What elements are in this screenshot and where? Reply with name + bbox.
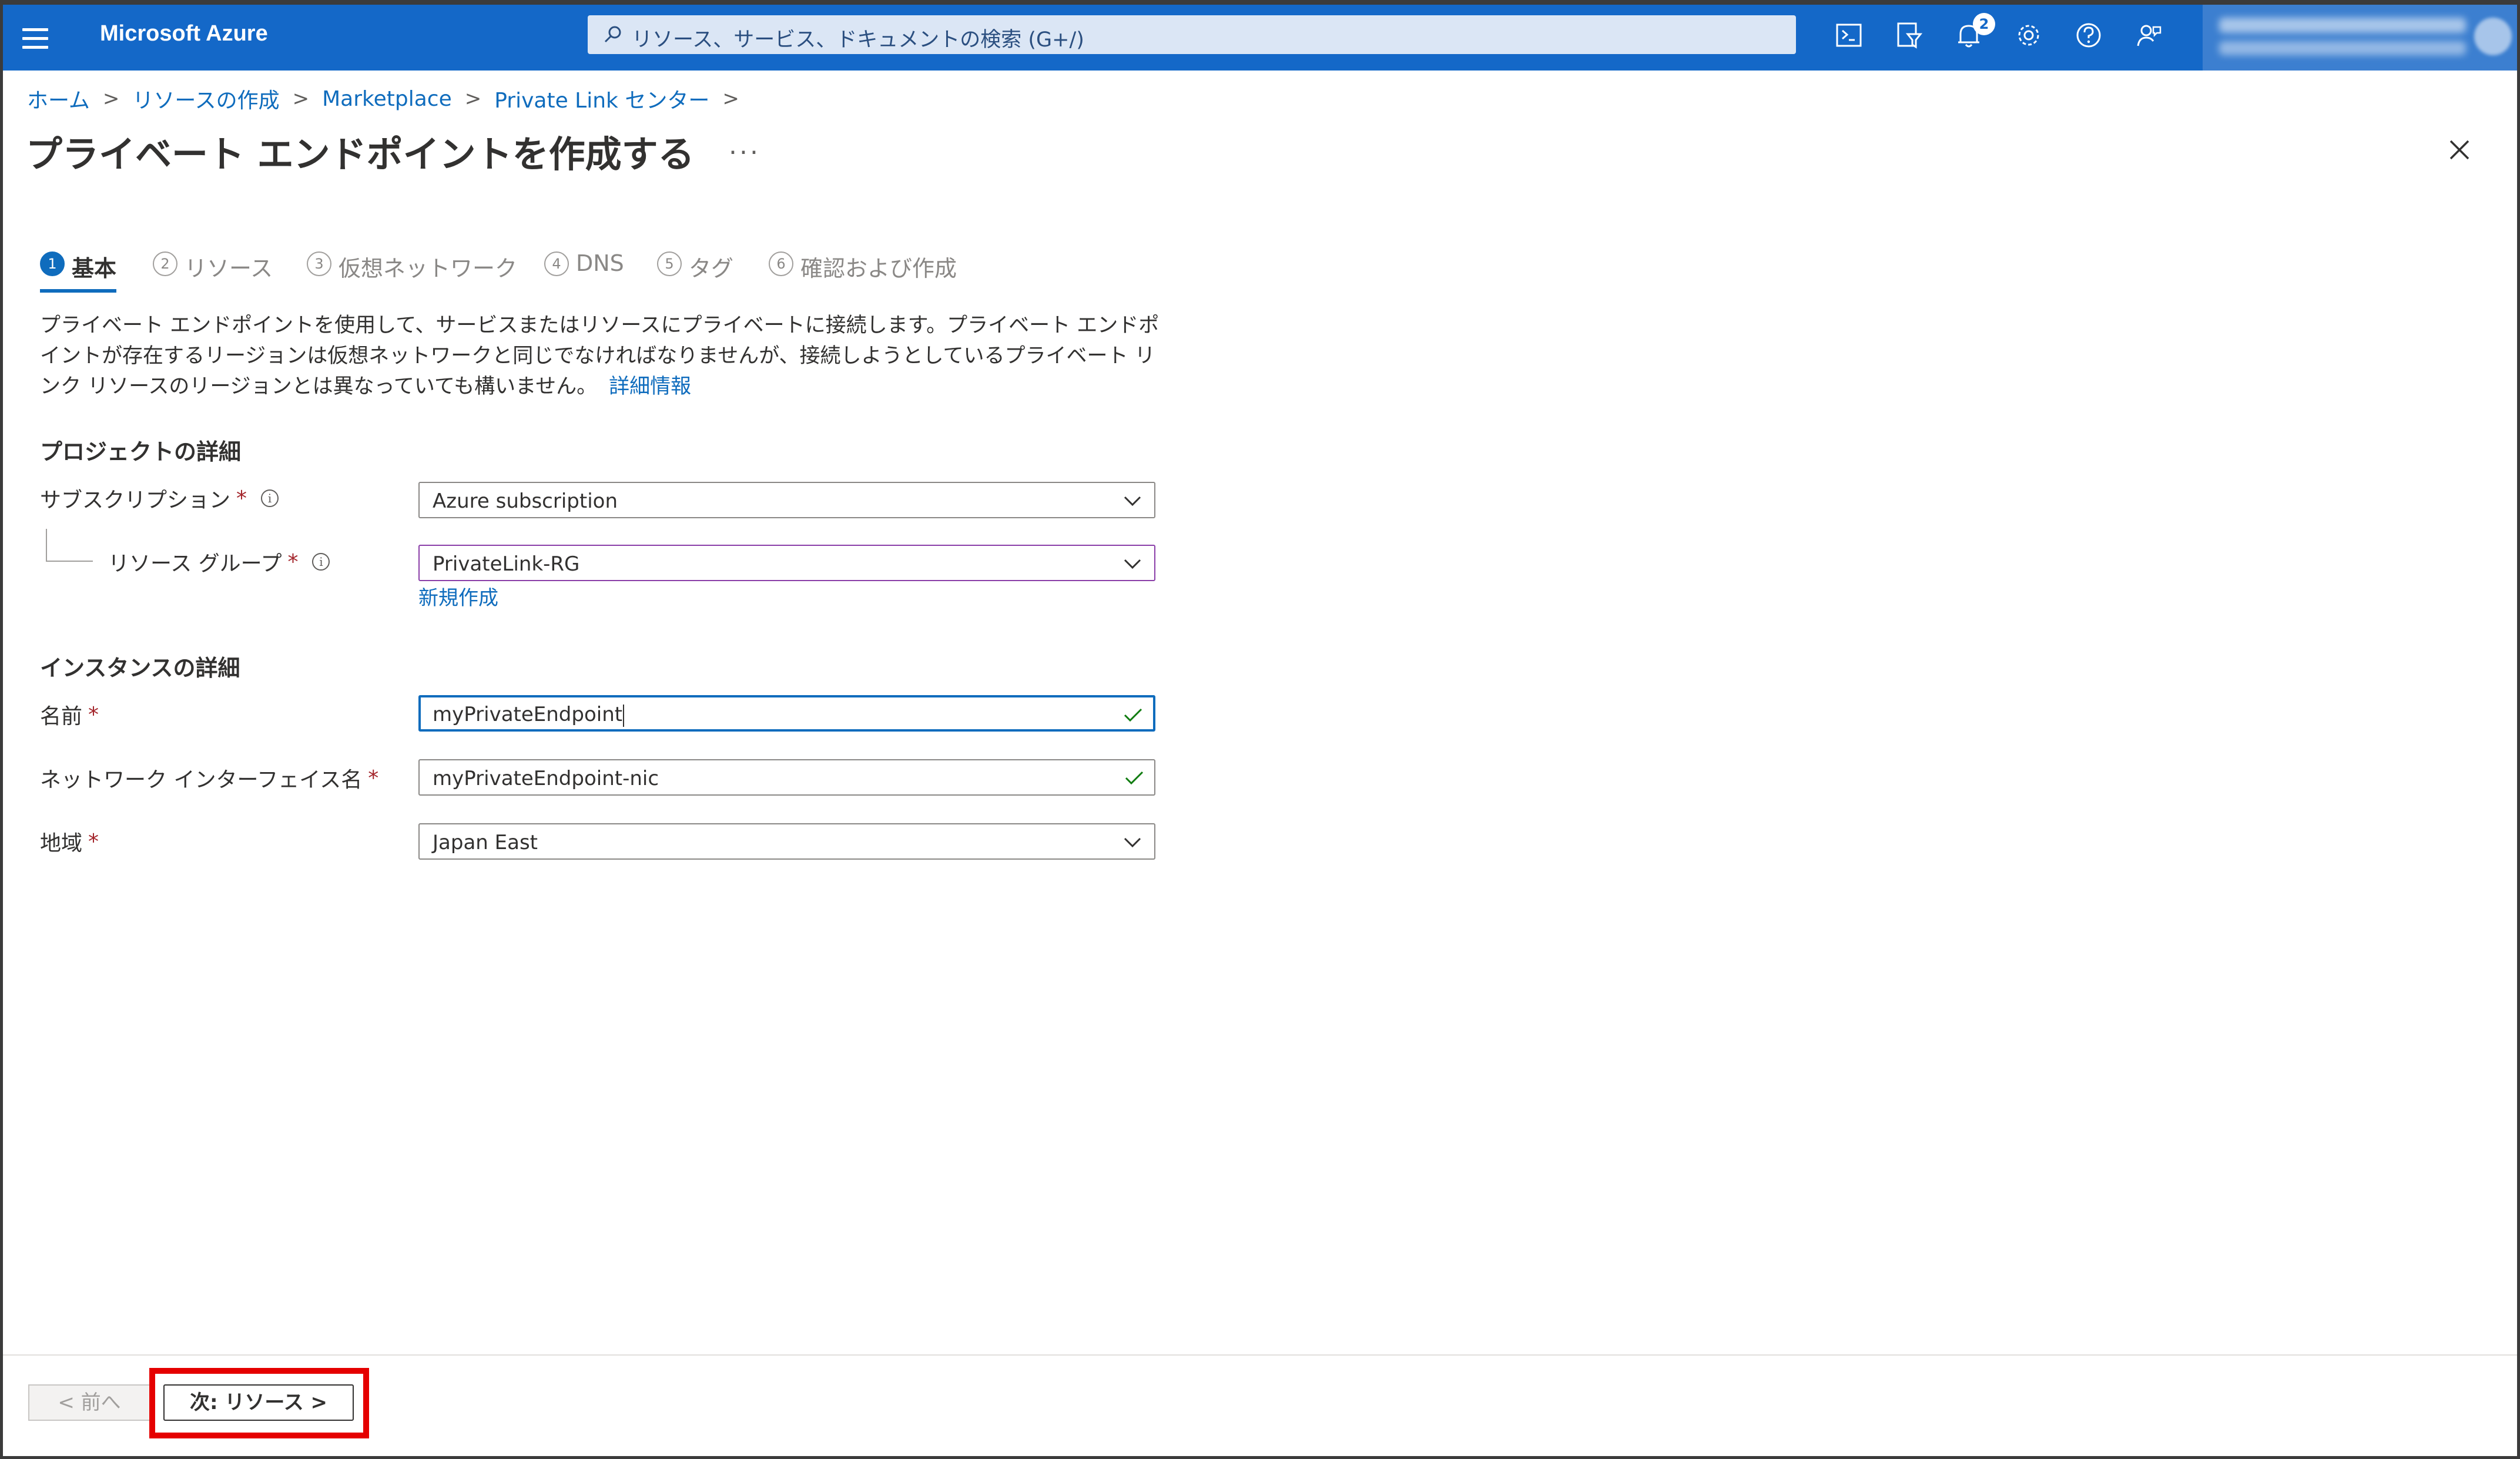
subscription-label: サブスクリプション * i — [40, 483, 279, 514]
step-number: 3 — [307, 251, 331, 276]
chevron-right-icon: > — [102, 87, 120, 110]
chevron-right-icon: > — [722, 87, 739, 110]
window-frame — [0, 0, 2520, 1459]
name-value-text: myPrivateEndpoint — [433, 703, 623, 726]
breadcrumb-create-resource[interactable]: リソースの作成 — [132, 83, 279, 114]
menu-icon[interactable] — [22, 28, 48, 49]
breadcrumb-marketplace[interactable]: Marketplace — [322, 87, 452, 111]
chevron-down-icon — [1124, 559, 1141, 569]
description-text: プライベート エンドポイントを使用して、サービスまたはリソースにプライベートに接… — [40, 314, 1160, 398]
nic-label: ネットワーク インターフェイス名 * — [40, 763, 378, 793]
close-icon[interactable] — [2445, 135, 2474, 165]
region-value: Japan East — [433, 831, 538, 854]
region-label-text: 地域 — [40, 831, 83, 856]
required-marker: * — [368, 766, 379, 790]
chevron-right-icon: > — [464, 87, 482, 110]
step-number: 4 — [544, 251, 569, 276]
breadcrumb: ホーム > リソースの作成 > Marketplace > Private Li… — [27, 83, 752, 114]
page-title: プライベート エンドポイントを作成する — [26, 133, 695, 176]
required-marker: * — [236, 486, 247, 511]
breadcrumb-private-link-center[interactable]: Private Link センター — [494, 83, 709, 114]
tree-connector — [46, 529, 93, 562]
help-icon[interactable] — [2072, 19, 2105, 52]
tab-label: タグ — [689, 256, 734, 281]
global-search-input[interactable]: リソース、サービス、ドキュメントの検索 (G+/) — [588, 15, 1796, 54]
resource-group-select[interactable]: PrivateLink-RG — [418, 545, 1155, 581]
search-placeholder: リソース、サービス、ドキュメントの検索 (G+/) — [632, 28, 1084, 52]
nic-name-input[interactable]: myPrivateEndpoint-nic — [418, 759, 1155, 796]
info-icon[interactable]: i — [312, 553, 330, 571]
checkmark-icon — [1124, 708, 1142, 722]
tab-label: 仮想ネットワーク — [339, 256, 518, 281]
tab-label: リソース — [185, 256, 273, 281]
chevron-down-icon — [1124, 496, 1141, 507]
notification-badge: 2 — [1973, 13, 1995, 35]
cloud-shell-icon[interactable] — [1832, 19, 1865, 52]
active-tab-indicator — [40, 289, 116, 293]
subscription-select[interactable]: Azure subscription — [418, 482, 1155, 518]
required-marker: * — [287, 549, 299, 574]
tab-label: DNS — [576, 250, 624, 276]
step-number: 5 — [657, 251, 682, 276]
footer-divider — [3, 1354, 2517, 1356]
region-select[interactable]: Japan East — [418, 823, 1155, 860]
account-name-redacted — [2219, 18, 2466, 33]
previous-button[interactable]: < 前へ — [28, 1384, 150, 1421]
text-cursor — [623, 704, 625, 727]
tab-label: 基本 — [72, 256, 117, 281]
learn-more-link[interactable]: 詳細情報 — [609, 375, 691, 398]
nic-label-text: ネットワーク インターフェイス名 — [40, 768, 363, 792]
required-marker: * — [88, 702, 99, 727]
create-new-resource-group-link[interactable]: 新規作成 — [418, 582, 498, 611]
search-icon — [604, 26, 621, 43]
brand-title[interactable]: Microsoft Azure — [100, 21, 268, 46]
region-label: 地域 * — [40, 826, 99, 857]
breadcrumb-home[interactable]: ホーム — [27, 83, 90, 114]
account-directory-redacted — [2219, 41, 2466, 55]
settings-icon[interactable] — [2012, 19, 2045, 52]
more-options-button[interactable]: ... — [729, 130, 760, 160]
name-label-text: 名前 — [40, 705, 83, 729]
resource-group-label-text: リソース グループ — [108, 552, 282, 576]
highlight-annotation — [149, 1368, 369, 1438]
step-number: 1 — [40, 251, 65, 276]
subscription-value: Azure subscription — [433, 489, 618, 513]
tab-label: 確認および作成 — [800, 256, 957, 281]
instance-details-heading: インスタンスの詳細 — [40, 655, 240, 681]
nic-name-value: myPrivateEndpoint-nic — [433, 767, 659, 790]
avatar — [2474, 18, 2512, 55]
step-number: 6 — [769, 251, 793, 276]
project-details-heading: プロジェクトの詳細 — [40, 439, 242, 465]
resource-group-value: PrivateLink-RG — [433, 552, 580, 576]
chevron-right-icon: > — [292, 87, 310, 110]
page-description: プライベート エンドポイントを使用して、サービスまたはリソースにプライベートに接… — [40, 310, 1168, 402]
name-input-value: myPrivateEndpoint — [433, 703, 625, 727]
info-icon[interactable]: i — [261, 489, 279, 507]
account-menu[interactable] — [2203, 5, 2517, 71]
subscription-label-text: サブスクリプション — [40, 488, 231, 512]
resource-group-label: リソース グループ * i — [108, 546, 330, 577]
name-input[interactable]: myPrivateEndpoint — [418, 695, 1155, 732]
step-number: 2 — [153, 251, 177, 276]
required-marker: * — [88, 829, 99, 854]
chevron-down-icon — [1124, 837, 1141, 848]
directory-filter-icon[interactable] — [1892, 19, 1925, 52]
name-label: 名前 * — [40, 699, 99, 730]
checkmark-icon — [1125, 771, 1144, 785]
feedback-icon[interactable] — [2132, 19, 2165, 52]
